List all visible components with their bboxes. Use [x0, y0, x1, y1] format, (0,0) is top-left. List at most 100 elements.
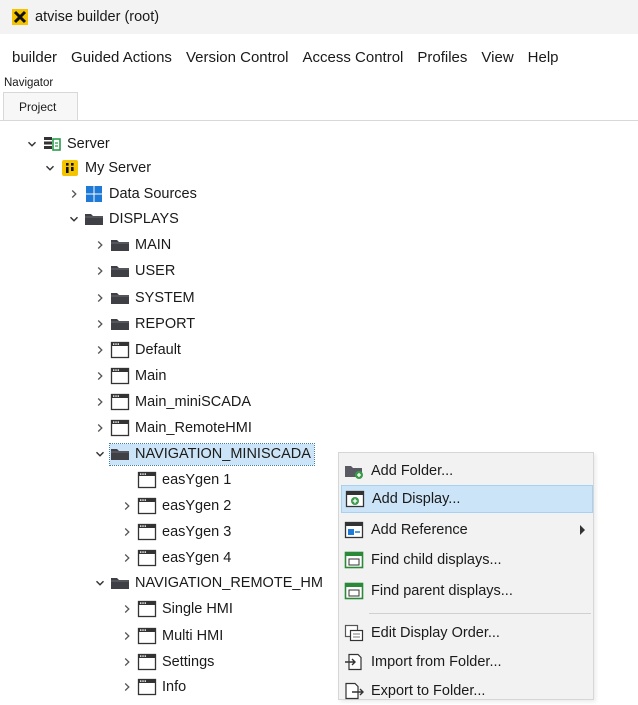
tree-node-settings[interactable]: Settings [117, 651, 217, 673]
menu-item-add-display[interactable]: Add Display... [341, 485, 593, 513]
expand-chevron-icon[interactable] [90, 235, 110, 255]
tree-label: Default [135, 342, 181, 358]
tree-label: easYgen 2 [162, 498, 232, 514]
caret-placeholder [117, 470, 137, 490]
tree-node-multi-hmi[interactable]: Multi HMI [117, 625, 226, 647]
collapse-chevron-icon[interactable] [90, 444, 110, 464]
expand-chevron-icon[interactable] [117, 548, 137, 568]
expand-chevron-icon[interactable] [117, 599, 137, 619]
expand-chevron-icon[interactable] [117, 652, 137, 672]
expand-chevron-icon[interactable] [117, 522, 137, 542]
menu-item-label: Export to Folder... [371, 683, 486, 699]
tree-node-server[interactable]: Server [22, 133, 113, 155]
my-server-icon [60, 159, 80, 177]
collapse-chevron-icon[interactable] [90, 573, 110, 593]
tree-label: SYSTEM [135, 290, 195, 306]
display-icon [137, 523, 157, 541]
tree-label: REPORT [135, 316, 196, 332]
tree-label: NAVIGATION_REMOTE_HM [135, 575, 323, 591]
tree-node-easygen-4[interactable]: easYgen 4 [117, 547, 234, 569]
display-icon [137, 627, 157, 645]
tree-label: DISPLAYS [109, 211, 179, 227]
expand-chevron-icon[interactable] [64, 184, 84, 204]
tree-label: Multi HMI [162, 628, 224, 644]
collapse-chevron-icon[interactable] [64, 209, 84, 229]
expand-chevron-icon[interactable] [117, 496, 137, 516]
tree-node-displays[interactable]: DISPLAYS [64, 208, 182, 230]
menu-item-find-child[interactable]: Find child displays... [341, 546, 593, 574]
expand-chevron-icon[interactable] [90, 418, 110, 438]
menu-item-label: Import from Folder... [371, 654, 502, 670]
tree-node-main-folder[interactable]: MAIN [90, 234, 174, 256]
tree-node-system-folder[interactable]: SYSTEM [90, 287, 198, 309]
menu-version-control[interactable]: Version Control [179, 49, 296, 66]
display-icon [137, 497, 157, 515]
collapse-chevron-icon[interactable] [40, 158, 60, 178]
server-icon [42, 135, 62, 153]
tree-node-navigation-miniscada[interactable]: NAVIGATION_MINISCADA [90, 442, 315, 466]
tree-node-my-server[interactable]: My Server [40, 157, 154, 179]
expand-chevron-icon[interactable] [90, 392, 110, 412]
menu-view[interactable]: View [474, 49, 520, 66]
menu-guided-actions[interactable]: Guided Actions [64, 49, 179, 66]
display-icon [137, 678, 157, 696]
tree-node-main[interactable]: Main [90, 365, 169, 387]
tree-node-navigation-remote[interactable]: NAVIGATION_REMOTE_HM [90, 572, 326, 594]
tree-node-easygen-2[interactable]: easYgen 2 [117, 495, 234, 517]
title-bar: atvise builder (root) [0, 0, 638, 34]
tree-label: Main_RemoteHMI [135, 420, 252, 436]
tree-label: Server [67, 136, 110, 152]
tree-node-info[interactable]: Info [117, 676, 189, 698]
expand-chevron-icon[interactable] [117, 677, 137, 697]
tab-project[interactable]: Project [3, 92, 78, 120]
display-icon [137, 600, 157, 618]
folder-icon [110, 445, 130, 463]
tree-node-main-remotehmi[interactable]: Main_RemoteHMI [90, 417, 255, 439]
tab-divider [0, 120, 638, 121]
context-menu: Add Folder... Add Display... Add Referen… [338, 452, 594, 700]
menu-item-edit-order[interactable]: Edit Display Order... [341, 619, 593, 647]
expand-chevron-icon[interactable] [90, 366, 110, 386]
expand-chevron-icon[interactable] [117, 626, 137, 646]
tree-node-main-miniscada[interactable]: Main_miniSCADA [90, 391, 254, 413]
tree-node-default[interactable]: Default [90, 339, 184, 361]
folder-icon [110, 289, 130, 307]
menu-separator [369, 613, 591, 614]
menu-bar: builder Guided Actions Version Control A… [0, 42, 638, 72]
tree-label: easYgen 3 [162, 524, 232, 540]
menu-item-find-parent[interactable]: Find parent displays... [341, 577, 593, 605]
window-title: atvise builder (root) [35, 9, 160, 25]
folder-icon [110, 236, 130, 254]
display-icon [137, 549, 157, 567]
tree-label: easYgen 1 [162, 472, 232, 488]
menu-item-export-folder[interactable]: Export to Folder... [341, 677, 593, 705]
tree-node-easygen-3[interactable]: easYgen 3 [117, 521, 234, 543]
expand-chevron-icon[interactable] [90, 288, 110, 308]
expand-chevron-icon[interactable] [90, 340, 110, 360]
collapse-chevron-icon[interactable] [22, 134, 42, 154]
tree-node-user-folder[interactable]: USER [90, 260, 178, 282]
folder-icon [110, 262, 130, 280]
menu-item-add-folder[interactable]: Add Folder... [341, 457, 593, 485]
tree-node-report-folder[interactable]: REPORT [90, 313, 198, 335]
submenu-arrow-icon [580, 525, 585, 535]
menu-item-label: Add Reference [371, 522, 468, 538]
menu-item-import-folder[interactable]: Import from Folder... [341, 648, 593, 676]
tree-node-easygen-1[interactable]: easYgen 1 [117, 469, 234, 491]
folder-icon [110, 574, 130, 592]
tree-node-single-hmi[interactable]: Single HMI [117, 598, 236, 620]
menu-help[interactable]: Help [521, 49, 566, 66]
tree-label: Data Sources [109, 186, 197, 202]
menu-item-label: Find parent displays... [371, 583, 513, 599]
expand-chevron-icon[interactable] [90, 261, 110, 281]
menu-item-label: Edit Display Order... [371, 625, 500, 641]
expand-chevron-icon[interactable] [90, 314, 110, 334]
menu-builder[interactable]: builder [0, 49, 64, 66]
tree-node-data-sources[interactable]: Data Sources [64, 183, 200, 205]
menu-access-control[interactable]: Access Control [296, 49, 411, 66]
tree-label: NAVIGATION_MINISCADA [135, 446, 311, 462]
folder-icon [84, 210, 104, 228]
menu-profiles[interactable]: Profiles [410, 49, 474, 66]
menu-item-add-reference[interactable]: Add Reference [341, 516, 593, 544]
import-icon [343, 652, 365, 672]
